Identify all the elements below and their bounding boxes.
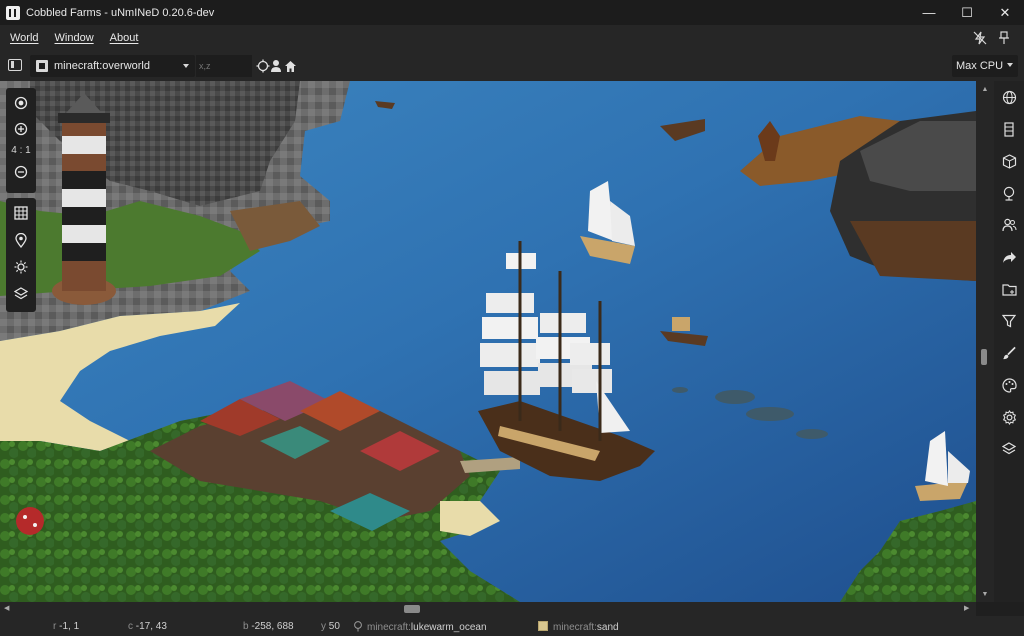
chunk-coords: c -17, 43 — [128, 621, 167, 632]
region-label: r — [53, 621, 57, 632]
world-select[interactable]: minecraft:overworld — [30, 55, 195, 77]
right-toolbar — [994, 81, 1024, 602]
map-render — [0, 81, 976, 602]
share-icon[interactable] — [998, 246, 1020, 268]
players-icon[interactable] — [998, 214, 1020, 236]
status-bar: r -1, 1 c -17, 43 b -258, 688 y 50 minec… — [0, 616, 1024, 636]
chevron-down-icon — [183, 64, 189, 68]
block-value: -258, 688 — [251, 621, 294, 632]
biome-info: minecraft:lukewarm_ocean — [353, 621, 487, 635]
map-view[interactable]: 4 : 1 — [0, 81, 976, 602]
performance-select[interactable]: Max CPU — [952, 55, 1018, 77]
chunk-label: c — [128, 621, 133, 632]
sidebar-toggle-icon[interactable] — [8, 59, 22, 71]
y-level: y 50 — [321, 621, 340, 632]
tree-icon — [353, 621, 363, 635]
block-type-info: minecraft:sand — [538, 621, 619, 633]
minimize-button[interactable]: — — [910, 0, 948, 25]
performance-select-value: Max CPU — [956, 60, 1004, 72]
window-title: Cobbled Farms - uNmINeD 0.20.6-dev — [26, 6, 215, 19]
layers-icon[interactable] — [998, 438, 1020, 460]
tree-icon[interactable] — [998, 182, 1020, 204]
close-icon: ✕ — [999, 4, 1011, 20]
chevron-down-icon — [1007, 63, 1013, 67]
menu-bar: World Window About — [0, 25, 1024, 51]
block-column-icon[interactable] — [998, 118, 1020, 140]
toolbar: minecraft:overworld Max CPU — [0, 51, 1024, 81]
minimize-icon: — — [922, 5, 936, 20]
zoom-in-icon[interactable] — [8, 116, 34, 142]
app-logo-icon — [6, 5, 20, 20]
biome-value: lukewarm_ocean — [410, 622, 487, 633]
block-label: b — [243, 621, 249, 632]
block-type-namespace: minecraft: — [553, 622, 597, 633]
world-select-value: minecraft:overworld — [54, 60, 150, 72]
cube-icon[interactable] — [998, 150, 1020, 172]
scroll-up-icon[interactable]: ▲ — [981, 85, 989, 93]
region-coords: r -1, 1 — [53, 621, 79, 632]
scroll-left-icon[interactable]: ◀ — [4, 604, 9, 612]
palette-icon[interactable] — [998, 374, 1020, 396]
horizontal-scroll-thumb[interactable] — [404, 605, 420, 613]
vertical-scroll-thumb[interactable] — [981, 349, 987, 365]
player-icon[interactable] — [269, 58, 283, 74]
crosshair-icon[interactable] — [256, 58, 270, 74]
y-value: 50 — [328, 621, 340, 632]
settings-icon[interactable] — [998, 406, 1020, 428]
block-type-value: sand — [596, 622, 619, 633]
dimension-icon — [36, 60, 48, 72]
maximize-icon: ☐ — [961, 4, 973, 20]
zoom-out-icon[interactable] — [8, 159, 34, 185]
grid-icon[interactable] — [8, 200, 34, 226]
zoom-controls: 4 : 1 — [6, 88, 36, 193]
scroll-down-icon[interactable]: ▼ — [981, 590, 989, 598]
title-bar: Cobbled Farms - uNmINeD 0.20.6-dev — ☐ ✕ — [0, 0, 1024, 25]
menu-about[interactable]: About — [110, 32, 139, 44]
horizontal-scrollbar[interactable]: ◀ ▶ — [0, 602, 976, 616]
marker-icon[interactable] — [8, 227, 34, 253]
center-icon[interactable] — [8, 90, 34, 116]
folder-icon[interactable] — [998, 278, 1020, 300]
globe-icon[interactable] — [998, 86, 1020, 108]
y-label: y — [321, 621, 326, 632]
menu-world[interactable]: World — [10, 32, 39, 44]
region-value: -1, 1 — [59, 621, 80, 632]
menu-window[interactable]: Window — [55, 32, 94, 44]
scroll-right-icon[interactable]: ▶ — [964, 604, 969, 612]
vertical-scrollbar[interactable]: ▲ ▼ — [976, 81, 994, 602]
lightning-off-icon[interactable] — [968, 25, 992, 51]
coordinate-input[interactable] — [196, 55, 252, 77]
map-tools — [6, 198, 36, 312]
zoom-level: 4 : 1 — [11, 145, 31, 156]
biome-namespace: minecraft: — [367, 622, 411, 633]
sand-block-icon — [538, 621, 548, 631]
sun-icon[interactable] — [8, 254, 34, 280]
layers-icon[interactable] — [8, 281, 34, 307]
brush-icon[interactable] — [998, 342, 1020, 364]
maximize-button[interactable]: ☐ — [948, 0, 986, 25]
pin-icon[interactable] — [992, 25, 1016, 51]
close-button[interactable]: ✕ — [986, 0, 1024, 25]
filter-icon[interactable] — [998, 310, 1020, 332]
block-coords: b -258, 688 — [243, 621, 294, 632]
chunk-value: -17, 43 — [135, 621, 167, 632]
home-icon[interactable] — [283, 58, 297, 74]
